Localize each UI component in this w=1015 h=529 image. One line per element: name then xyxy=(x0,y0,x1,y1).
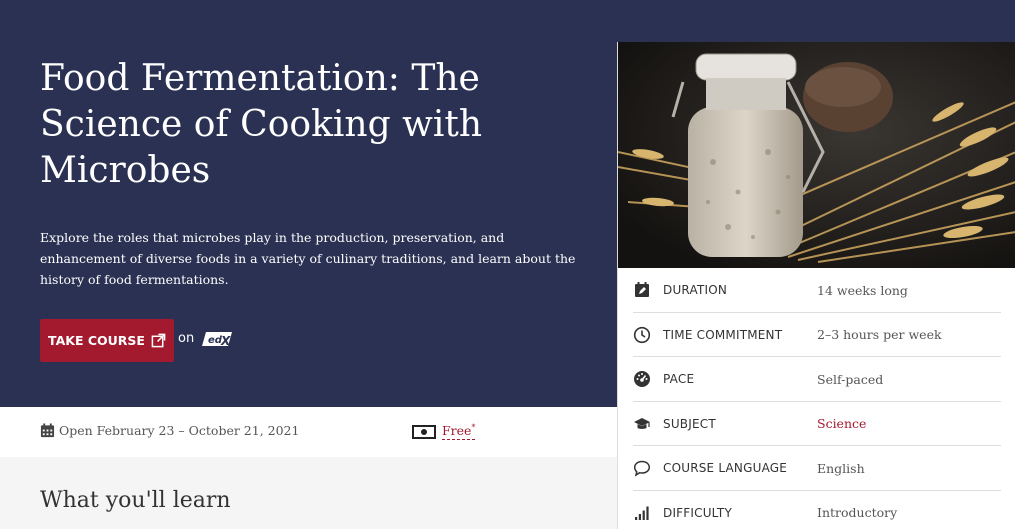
subject-link[interactable]: Science xyxy=(817,416,866,431)
fact-time-commitment: TIME COMMITMENT 2–3 hours per week xyxy=(618,313,1015,358)
price-info: Free* xyxy=(412,423,476,441)
take-course-label: TAKE COURSE xyxy=(48,333,145,348)
price-link[interactable]: Free* xyxy=(442,423,476,441)
calendar-icon xyxy=(40,423,55,438)
fermentation-jar-image xyxy=(618,42,1015,268)
course-facts: DURATION 14 weeks long TIME COMMITMENT 2… xyxy=(618,268,1015,529)
calendar-edit-icon xyxy=(633,281,651,299)
course-info-bar: Open February 23 – October 21, 2021 Free… xyxy=(0,407,617,457)
edx-logo[interactable]: ed X xyxy=(200,329,234,349)
graduation-cap-icon xyxy=(633,415,651,433)
enrollment-dates: Open February 23 – October 21, 2021 xyxy=(40,423,299,438)
signal-bars-icon xyxy=(633,504,651,522)
external-link-icon xyxy=(151,333,166,348)
speech-bubble-icon xyxy=(633,459,651,477)
fact-pace: PACE Self-paced xyxy=(618,357,1015,402)
svg-text:X: X xyxy=(220,334,231,348)
fact-subject: SUBJECT Science xyxy=(618,402,1015,447)
dates-text: Open February 23 – October 21, 2021 xyxy=(59,423,300,438)
course-image xyxy=(618,42,1015,268)
course-description: Explore the roles that microbes play in … xyxy=(40,230,576,287)
fact-course-language: COURSE LANGUAGE English xyxy=(618,446,1015,491)
gauge-icon xyxy=(633,370,651,388)
course-sidebar: DURATION 14 weeks long TIME COMMITMENT 2… xyxy=(617,42,1015,529)
fact-difficulty: DIFFICULTY Introductory xyxy=(618,491,1015,529)
fact-duration: DURATION 14 weeks long xyxy=(618,268,1015,313)
what-youll-learn-heading: What you'll learn xyxy=(40,488,231,513)
money-bill-icon xyxy=(412,424,436,439)
course-title: Food Fermentation: The Science of Cookin… xyxy=(40,58,483,191)
on-label: on xyxy=(178,331,195,346)
take-course-button[interactable]: TAKE COURSE xyxy=(40,319,174,362)
clock-icon xyxy=(633,326,651,344)
